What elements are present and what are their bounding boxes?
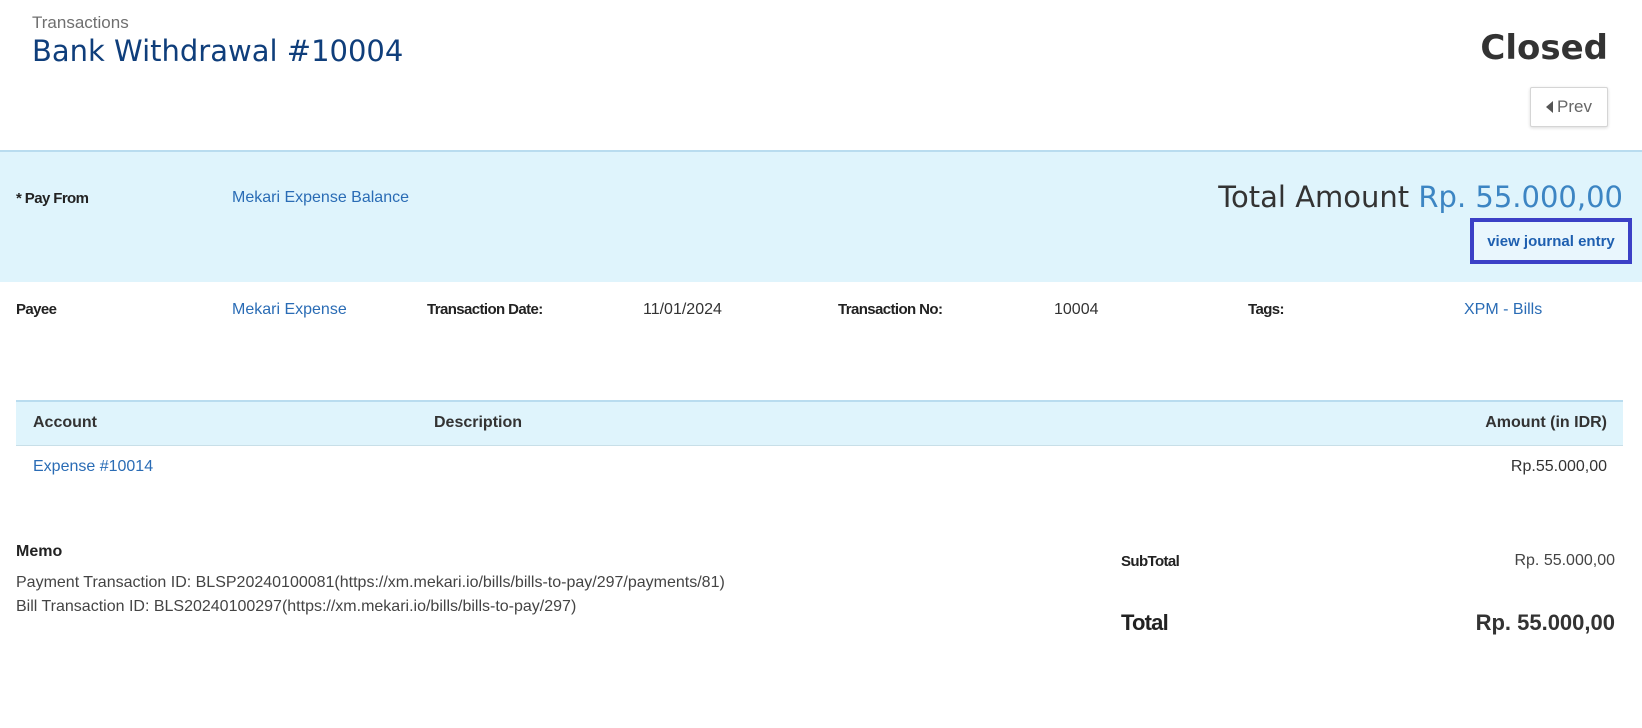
prev-button[interactable]: Prev: [1530, 87, 1608, 127]
memo-line: Payment Transaction ID: BLSP20240100081(…: [16, 574, 725, 591]
transaction-date-label: Transaction Date:: [427, 301, 543, 318]
transaction-summary: * Pay From Mekari Expense Balance Total …: [0, 152, 1642, 282]
total-amount: Total Amount Rp. 55.000,00: [1218, 180, 1623, 214]
transaction-lines-table: Account Description Amount (in IDR) Expe…: [16, 400, 1623, 486]
row-account-link[interactable]: Expense #10014: [33, 458, 153, 476]
status-label: Closed: [1480, 28, 1608, 68]
payee-link[interactable]: Mekari Expense: [232, 301, 347, 319]
page-title: Bank Withdrawal #10004: [32, 34, 404, 68]
tag-link[interactable]: XPM - Bills: [1464, 301, 1542, 319]
total-label: Total: [1121, 610, 1169, 635]
column-header-description: Description: [434, 414, 523, 431]
memo-title: Memo: [16, 543, 63, 560]
total-amount-label: Total Amount: [1218, 180, 1410, 214]
total-amount-value: Rp. 55.000,00: [1418, 180, 1623, 214]
transaction-date-value: 11/01/2024: [643, 301, 722, 318]
transaction-number-value: 10004: [1054, 301, 1099, 318]
page-header: Transactions Bank Withdrawal #10004 Clos…: [0, 0, 1642, 152]
subtotal-value: Rp. 55.000,00: [1514, 552, 1615, 569]
transaction-number-label: Transaction No:: [838, 301, 943, 318]
pay-from-account-link[interactable]: Mekari Expense Balance: [232, 189, 409, 207]
column-header-amount: Amount (in IDR): [1485, 414, 1607, 431]
breadcrumb[interactable]: Transactions: [32, 13, 129, 33]
caret-left-icon: [1546, 101, 1554, 113]
tags-label: Tags:: [1248, 301, 1285, 318]
pay-from-label: * Pay From: [16, 190, 89, 207]
view-journal-entry-link[interactable]: view journal entry: [1470, 218, 1632, 264]
subtotal-label: SubTotal: [1121, 553, 1180, 570]
prev-button-label: Prev: [1557, 97, 1592, 116]
column-header-account: Account: [33, 414, 97, 431]
row-amount: Rp.55.000,00: [1510, 458, 1607, 475]
payee-label: Payee: [16, 301, 57, 318]
total-value: Rp. 55.000,00: [1475, 610, 1615, 635]
table-row: Expense #10014 Rp.55.000,00: [16, 446, 1623, 486]
memo-line: Bill Transaction ID: BLS20240100297(http…: [16, 598, 577, 615]
table-header: Account Description Amount (in IDR): [16, 400, 1623, 446]
